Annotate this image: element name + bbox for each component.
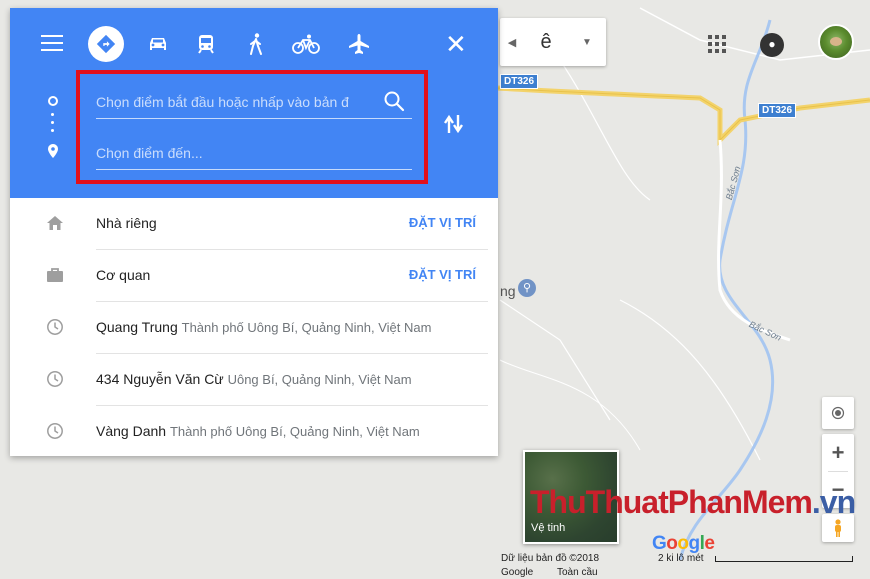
list-item-label: Vàng Danh Thành phố Uông Bí, Quảng Ninh,… <box>96 423 420 439</box>
mode-cycling-button[interactable] <box>292 30 320 58</box>
scale-bar <box>715 556 853 562</box>
notification-bell-icon[interactable]: ● <box>760 33 784 57</box>
scale-label[interactable]: 2 ki lô mét <box>658 553 704 564</box>
map-data-attribution[interactable]: Dữ liệu bản đồ ©2018 <box>501 553 599 564</box>
directions-header: ✕ <box>10 8 498 198</box>
home-icon <box>47 216 63 230</box>
mode-flight-button[interactable] <box>345 30 373 58</box>
apps-grid-icon[interactable] <box>708 35 726 53</box>
mode-driving-button[interactable] <box>144 30 172 58</box>
list-item-label: Quang Trung Thành phố Uông Bí, Quảng Nin… <box>96 319 432 335</box>
watermark-logo: ThuThuatPhanMem.vn <box>530 484 856 520</box>
list-item-home[interactable]: Nhà riêng ĐẶT VỊ TRÍ <box>10 198 498 250</box>
map-search-text[interactable]: ê <box>524 31 568 54</box>
history-icon <box>47 371 63 387</box>
list-item-label: Nhà riêng <box>96 215 157 231</box>
close-icon[interactable]: ✕ <box>445 31 467 57</box>
map-search-box[interactable]: ◀ ê ▼ <box>500 18 606 66</box>
road-label-dt326: DT326 <box>500 74 539 89</box>
mode-transit-button[interactable] <box>192 30 220 58</box>
collapse-arrow-icon[interactable]: ◀ <box>500 36 524 49</box>
satellite-label: Vệ tinh <box>531 522 566 534</box>
my-location-button[interactable] <box>822 397 854 429</box>
list-item-recent[interactable]: 434 Nguyễn Văn Cừ Uông Bí, Quảng Ninh, V… <box>10 354 498 406</box>
set-location-link[interactable]: ĐẶT VỊ TRÍ <box>409 215 476 230</box>
origin-circle-icon <box>48 96 58 106</box>
highlight-box <box>76 70 428 184</box>
google-attribution[interactable]: Google <box>501 567 533 578</box>
avatar[interactable] <box>818 24 854 60</box>
list-item-recent[interactable]: Vàng Danh Thành phố Uông Bí, Quảng Ninh,… <box>10 406 498 458</box>
airplane-icon <box>349 34 369 54</box>
car-icon <box>150 38 166 50</box>
pegman-icon <box>835 519 841 537</box>
destination-pin-icon <box>48 144 58 158</box>
directions-diamond-icon <box>96 34 116 54</box>
walking-icon <box>250 33 262 55</box>
directions-panel: ✕ Nhà riêng ĐẶT VỊ TRÍ <box>10 8 498 456</box>
list-item-label: 434 Nguyễn Văn Cừ Uông Bí, Quảng Ninh, V… <box>96 371 412 387</box>
poi-label: ng <box>500 283 516 299</box>
list-item-label: Cơ quan <box>96 267 151 283</box>
global-attribution[interactable]: Toàn cầu <box>557 567 598 578</box>
history-icon <box>47 319 63 335</box>
road-label-dt326: DT326 <box>758 103 797 118</box>
list-item-work[interactable]: Cơ quan ĐẶT VỊ TRÍ <box>10 250 498 302</box>
mode-best-route-button[interactable] <box>88 26 124 62</box>
train-icon <box>198 35 214 54</box>
swap-arrows-icon[interactable] <box>443 112 465 136</box>
dropdown-arrow-icon[interactable]: ▼ <box>568 37 606 48</box>
mode-walking-button[interactable] <box>242 30 270 58</box>
bicycle-icon <box>292 34 320 54</box>
poi-pin-icon[interactable]: ⚲ <box>518 279 536 297</box>
google-logo: Google <box>652 533 715 554</box>
zoom-in-button[interactable]: + <box>832 435 845 471</box>
menu-icon[interactable] <box>41 35 63 51</box>
briefcase-icon <box>47 268 63 282</box>
list-item-recent[interactable]: Quang Trung Thành phố Uông Bí, Quảng Nin… <box>10 302 498 354</box>
location-target-icon <box>831 406 845 420</box>
set-location-link[interactable]: ĐẶT VỊ TRÍ <box>409 267 476 282</box>
history-icon <box>47 423 63 439</box>
